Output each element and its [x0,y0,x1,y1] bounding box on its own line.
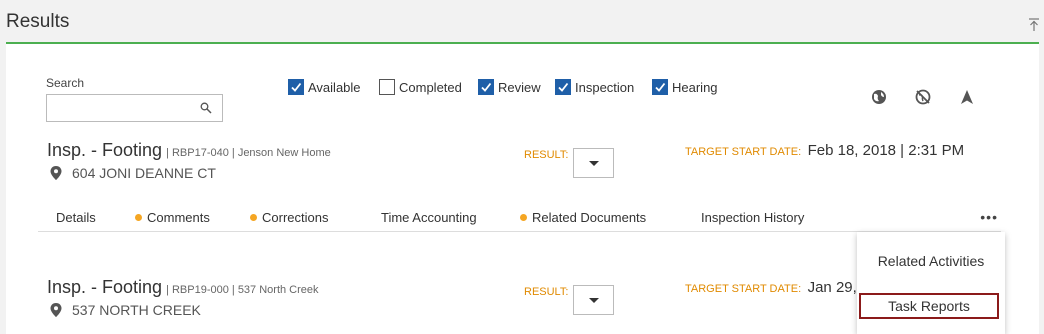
filter-available[interactable]: Available [288,78,361,96]
filter-label: Inspection [575,79,635,95]
tab-related-documents[interactable]: Related Documents [520,210,646,225]
indicator-dot [250,214,257,221]
filter-completed[interactable]: Completed [379,78,462,96]
tab-label: Time Accounting [381,210,477,225]
menu-item-related-activities[interactable]: Related Activities [857,253,1005,269]
filter-label: Completed [399,79,462,95]
more-options-menu: Related Activities Task Reports [857,232,1005,334]
indicator-dot [520,214,527,221]
tab-label: Corrections [262,210,329,225]
menu-item-task-reports[interactable]: Task Reports [859,293,999,319]
result-label: RESULT: [524,149,569,161]
more-options-icon[interactable]: ••• [980,209,998,225]
filter-label: Available [308,79,361,95]
target-start-date-label: TARGET START DATE: [685,283,802,295]
chevron-down-icon [589,298,599,303]
filter-label: Hearing [672,79,718,95]
tab-label: Related Documents [532,210,647,225]
result-label: RESULT: [524,286,569,298]
search-label: Search [46,76,85,90]
tab-corrections[interactable]: Corrections [250,210,328,225]
target-start-date-value: Feb 18, 2018 | 2:31 PM [807,142,965,159]
address-text: 537 NORTH CREEK [72,302,201,318]
tab-time-accounting[interactable]: Time Accounting [381,210,477,225]
map-pin-icon [50,166,62,180]
results-header: Results [0,0,1044,44]
checkbox-unchecked-icon[interactable] [379,79,395,95]
filter-inspection[interactable]: Inspection [555,78,634,96]
record-meta: | RBP17-040 | Jenson New Home [166,147,331,159]
checkbox-checked-icon[interactable] [652,79,668,95]
record-title-row: Insp. - Footing | RBP17-040 | Jenson New … [47,140,331,161]
globe-off-icon[interactable] [915,89,931,105]
record-meta: | RBP19-000 | 537 North Creek [166,284,319,296]
chevron-down-icon [589,161,599,166]
record-title[interactable]: Insp. - Footing [47,277,162,297]
filter-review[interactable]: Review [478,78,541,96]
tab-comments[interactable]: Comments [135,210,210,225]
record-title-row: Insp. - Footing | RBP19-000 | 537 North C… [47,277,319,298]
target-start-date: TARGET START DATE: Jan 29, 20 [685,279,878,297]
tab-label: Inspection History [701,210,805,225]
page-title: Results [6,11,70,32]
target-start-date-label: TARGET START DATE: [685,146,802,158]
results-card: Search Available Completed Review Inspec… [6,44,1039,334]
checkbox-checked-icon[interactable] [555,79,571,95]
filter-hearing[interactable]: Hearing [652,78,718,96]
target-start-date: TARGET START DATE: Feb 18, 2018 | 2:31 P… [685,142,964,160]
record-address: 604 JONI DEANNE CT [50,165,216,181]
search-icon[interactable] [200,102,212,114]
checkbox-checked-icon[interactable] [478,79,494,95]
tab-label: Comments [147,210,210,225]
record-address: 537 NORTH CREEK [50,302,201,318]
record-tabs: Details Comments Corrections Time Accoun… [38,204,1001,232]
tab-label: Details [56,210,96,225]
checkbox-checked-icon[interactable] [288,79,304,95]
indicator-dot [135,214,142,221]
navigate-arrow-icon[interactable] [959,89,975,105]
map-pin-icon [50,303,62,317]
address-text: 604 JONI DEANNE CT [72,165,216,181]
record-title[interactable]: Insp. - Footing [47,140,162,160]
collapse-icon[interactable] [1028,18,1040,32]
tab-details[interactable]: Details [56,210,96,225]
filter-label: Review [498,79,541,95]
result-dropdown[interactable] [573,285,614,315]
result-dropdown[interactable] [573,148,614,178]
search-input[interactable] [46,94,223,122]
globe-icon[interactable] [871,89,887,105]
tab-inspection-history[interactable]: Inspection History [701,210,804,225]
